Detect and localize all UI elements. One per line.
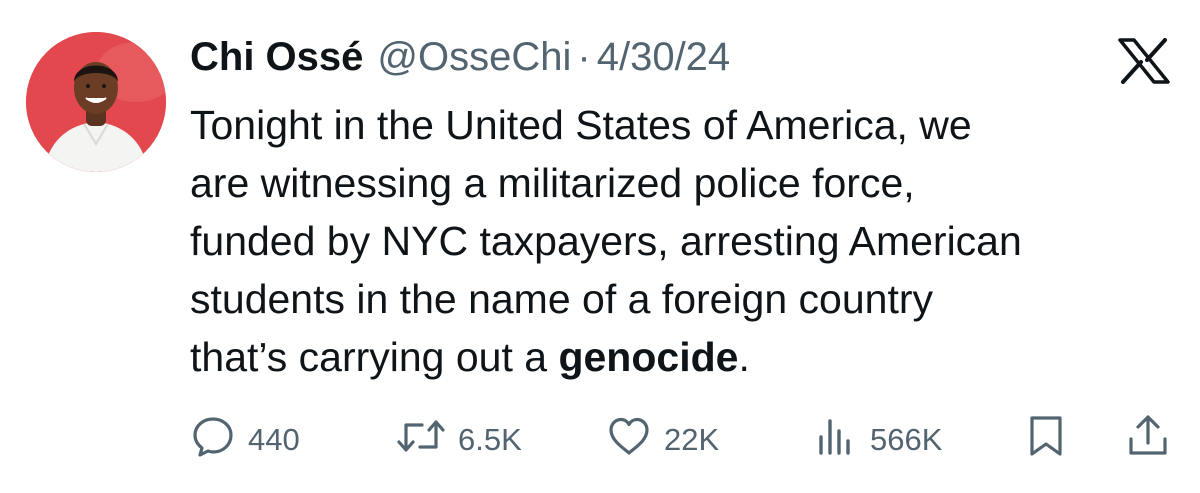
x-logo-icon xyxy=(1118,38,1170,84)
share-button[interactable] xyxy=(1126,415,1170,465)
tweet-text-line: are witnessing a militarized police forc… xyxy=(190,160,915,206)
avatar-image xyxy=(26,32,166,172)
views-icon xyxy=(814,413,858,467)
bookmark-icon xyxy=(1026,413,1066,467)
tweet-date[interactable]: 4/30/24 xyxy=(597,32,730,82)
author-name[interactable]: Chi Ossé xyxy=(190,32,363,82)
tweet-text-line: students in the name of a foreign countr… xyxy=(190,276,934,322)
tweet-text-line: funded by NYC taxpayers, arresting Ameri… xyxy=(190,218,1022,264)
tweet-text-line: Tonight in the United States of America,… xyxy=(190,102,972,148)
heart-icon xyxy=(606,413,652,467)
views-button[interactable]: 566K xyxy=(814,415,942,465)
separator-dot: · xyxy=(577,35,591,79)
tweet-text: Tonight in the United States of America,… xyxy=(190,96,1180,386)
tweet-text-line: that’s carrying out a xyxy=(190,334,559,380)
tweet-text-last-line: that’s carrying out a genocide. xyxy=(190,328,1180,386)
share-icon xyxy=(1126,413,1170,467)
view-count: 566K xyxy=(870,422,943,457)
bookmark-button[interactable] xyxy=(1026,415,1066,465)
reply-count: 440 xyxy=(248,422,300,457)
author-handle[interactable]: @OsseChi xyxy=(377,32,571,82)
action-bar: 440 6.5K 22K 566K xyxy=(190,415,1180,465)
avatar[interactable] xyxy=(26,32,166,172)
reply-icon xyxy=(190,413,236,467)
tweet-header: Chi Ossé @OsseChi · 4/30/24 xyxy=(190,32,730,82)
like-count: 22K xyxy=(664,422,720,457)
repost-button[interactable]: 6.5K xyxy=(396,415,522,465)
like-button[interactable]: 22K xyxy=(606,415,719,465)
repost-count: 6.5K xyxy=(458,422,522,457)
repost-icon xyxy=(396,413,446,467)
ending-punctuation: . xyxy=(738,334,750,380)
reply-button[interactable]: 440 xyxy=(190,415,300,465)
emphasis-word: genocide xyxy=(558,334,739,380)
